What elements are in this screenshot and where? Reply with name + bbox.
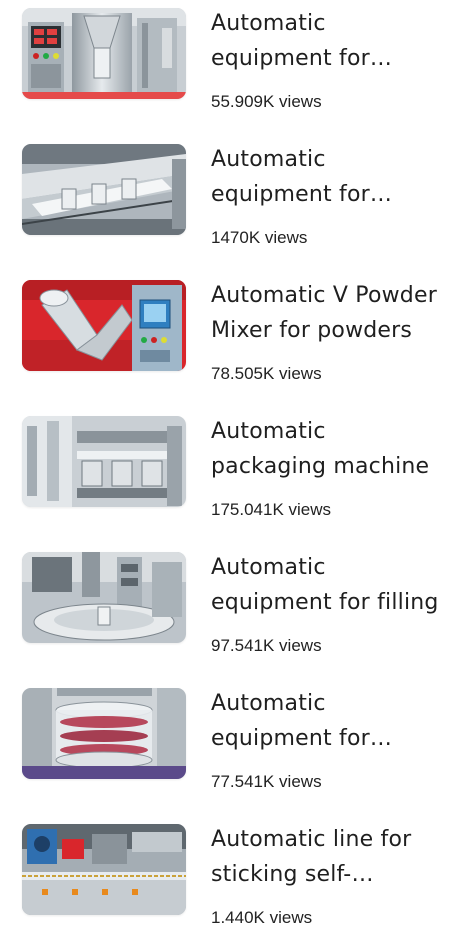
conveyor-line-icon — [22, 144, 186, 235]
view-count: 97.541K views — [211, 636, 322, 655]
video-item[interactable]: Automatic equipment for packaging 1470K … — [0, 136, 457, 256]
video-title[interactable]: Automatic equipment for packaging — [211, 6, 447, 76]
video-thumbnail[interactable] — [22, 280, 186, 371]
packing-machine-icon — [22, 8, 186, 99]
video-item[interactable]: Automatic V Powder Mixer for powders 78.… — [0, 272, 457, 392]
view-count: 55.909K views — [211, 92, 322, 111]
view-count: 1.440K views — [211, 908, 313, 927]
view-count: 78.505K views — [211, 364, 322, 383]
video-item[interactable]: Automatic line for sticking self-adhesiv… — [0, 816, 457, 936]
video-thumbnail[interactable] — [22, 416, 186, 507]
video-thumbnail[interactable] — [22, 688, 186, 779]
video-item[interactable]: Automatic packaging machine 175.041K vie… — [0, 408, 457, 528]
video-thumbnail[interactable] — [22, 8, 186, 99]
video-item[interactable]: Automatic equipment for packaging 55.909… — [0, 0, 457, 120]
video-thumbnail[interactable] — [22, 552, 186, 643]
video-item[interactable]: Automatic equipment for filling 97.541K … — [0, 544, 457, 664]
video-title[interactable]: Automatic equipment for packaging — [211, 142, 447, 212]
video-thumbnail[interactable] — [22, 824, 186, 915]
video-title[interactable]: Automatic packaging machine — [211, 414, 447, 484]
view-count: 1470K views — [211, 228, 308, 247]
rotary-chamber-icon — [22, 688, 186, 779]
v-mixer-icon — [22, 280, 186, 371]
view-count: 175.041K views — [211, 500, 332, 519]
video-title[interactable]: Automatic equipment for tablets — [211, 686, 447, 756]
packaging-line-icon — [22, 416, 186, 507]
labeling-line-icon — [22, 824, 186, 915]
view-count: 77.541K views — [211, 772, 322, 791]
video-title[interactable]: Automatic line for sticking self-adhesiv… — [211, 822, 447, 892]
video-item[interactable]: Automatic equipment for tablets 77.541K … — [0, 680, 457, 800]
rotary-filler-icon — [22, 552, 186, 643]
video-thumbnail[interactable] — [22, 144, 186, 235]
video-title[interactable]: Automatic equipment for filling — [211, 550, 447, 620]
video-title[interactable]: Automatic V Powder Mixer for powders — [211, 278, 447, 348]
